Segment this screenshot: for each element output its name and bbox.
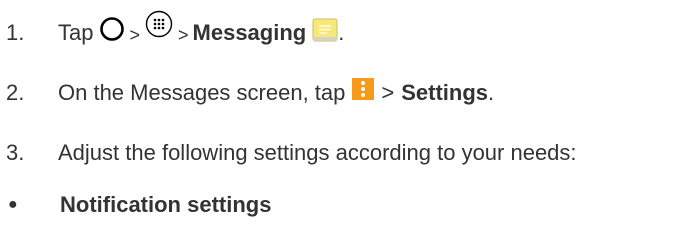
- apps-grid-icon: [144, 9, 174, 39]
- separator: >: [129, 24, 140, 45]
- messaging-label: Messaging: [192, 20, 307, 45]
- separator: >: [381, 80, 395, 105]
- bullet-item: ● Notification settings: [0, 192, 271, 218]
- step-text: Tap: [58, 20, 94, 45]
- step-1: 1. Tap > > Messaging .: [0, 10, 345, 48]
- step-number: 1.: [6, 20, 25, 45]
- step-2: 2. On the Messages screen, tap > Setting…: [0, 78, 495, 106]
- step-number: 3.: [6, 140, 25, 165]
- step-text: On the Messages screen, tap: [58, 80, 346, 105]
- trailing-period: .: [338, 20, 345, 45]
- notification-settings-label: Notification settings: [60, 192, 272, 217]
- separator: >: [178, 24, 189, 45]
- menu-more-icon: [352, 78, 375, 100]
- trailing-period: .: [488, 80, 495, 105]
- step-text: Adjust the following settings according …: [58, 140, 577, 165]
- home-circle-icon: [99, 16, 125, 42]
- bullet-symbol: ●: [8, 196, 18, 213]
- settings-label: Settings: [401, 80, 489, 105]
- step-3: 3. Adjust the following settings accordi…: [0, 140, 577, 166]
- messaging-app-icon: [312, 18, 338, 42]
- step-number: 2.: [6, 80, 25, 105]
